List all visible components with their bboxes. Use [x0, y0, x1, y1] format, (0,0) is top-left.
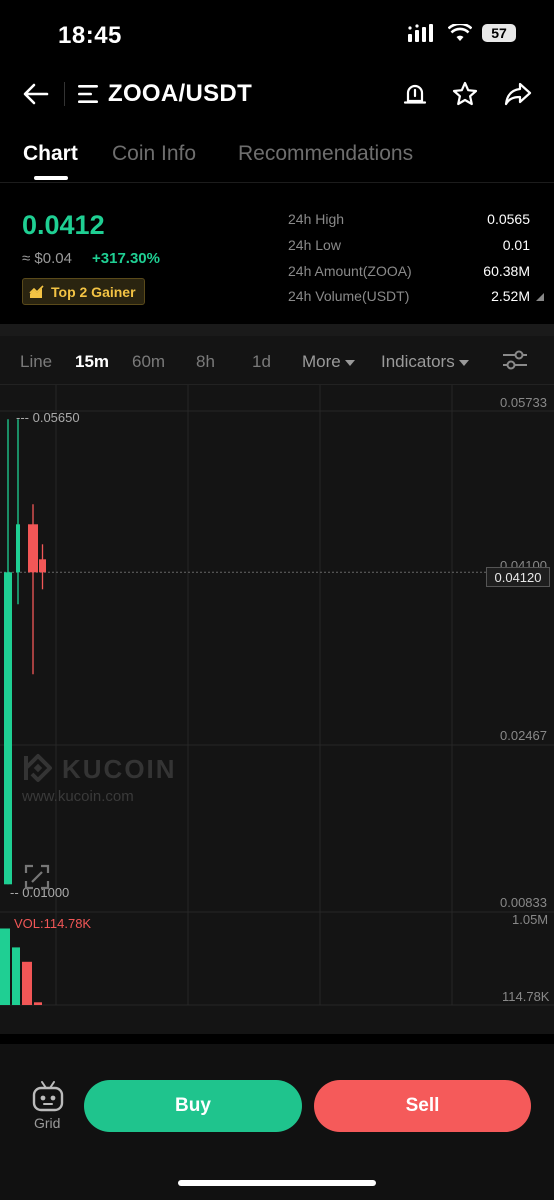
stat-value-amount: 60.38M [483, 263, 530, 279]
corner-expand-icon [536, 293, 544, 301]
price-alert-icon[interactable] [402, 81, 428, 107]
interval-8h[interactable]: 8h [196, 352, 215, 372]
stat-label-volume: 24h Volume(USDT) [288, 288, 410, 304]
interval-60m[interactable]: 60m [132, 352, 165, 372]
indicators-dropdown[interactable]: Indicators [381, 352, 470, 372]
volume-axis-tick: 114.78K [502, 989, 550, 1004]
kucoin-logo-icon [24, 754, 52, 782]
status-time: 18:45 [58, 22, 122, 49]
candlestick-chart[interactable] [0, 385, 554, 1035]
header-divider [64, 82, 65, 106]
more-label: More [302, 352, 341, 371]
price-axis-tick: 0.05733 [500, 395, 547, 410]
pair-title[interactable]: ZOOA/USDT [108, 80, 252, 108]
price-axis-tick: 0.02467 [500, 728, 547, 743]
candle-body [39, 559, 46, 573]
top-gainer-badge[interactable]: Top 2 Gainer [22, 278, 145, 305]
current-price-tag: 0.04120 [486, 567, 550, 587]
buy-button[interactable]: Buy [84, 1080, 302, 1132]
stat-label-amount: 24h Amount(ZOOA) [288, 263, 412, 279]
battery-indicator: 57 [482, 24, 516, 42]
share-icon[interactable] [504, 81, 532, 107]
back-arrow-icon[interactable] [22, 80, 50, 108]
candle-body [4, 572, 12, 885]
price-fiat: ≈ $0.04 [22, 250, 72, 267]
tab-chart[interactable]: Chart [23, 142, 78, 166]
candle-body [28, 524, 38, 573]
grid-label[interactable]: Grid [34, 1115, 60, 1131]
section-separator [0, 324, 554, 336]
status-icons: 57 [408, 24, 516, 42]
price-axis-tick: 0.00833 [500, 895, 547, 910]
caret-down-icon [459, 360, 470, 366]
volume-bar [22, 961, 32, 1005]
signal-icon [408, 24, 433, 42]
volume-bar [34, 1002, 42, 1005]
last-price: 0.0412 [22, 210, 105, 240]
tab-coin-info[interactable]: Coin Info [112, 142, 196, 166]
price-change: +317.30% [92, 250, 160, 267]
watermark-url: www.kucoin.com [22, 788, 134, 805]
chart-gridlines [0, 385, 554, 1006]
fullscreen-icon[interactable] [24, 864, 50, 890]
stat-value-volume: 2.52M [491, 288, 530, 304]
candles [4, 419, 46, 885]
active-tab-indicator [34, 176, 68, 180]
stat-value-low: 0.01 [502, 237, 530, 253]
stat-value-high: 0.0565 [487, 211, 530, 227]
interval-15m[interactable]: 15m [75, 352, 109, 372]
volume-label: VOL:114.78K [14, 916, 92, 931]
caret-down-icon [345, 360, 356, 366]
sell-button[interactable]: Sell [314, 1080, 531, 1132]
stat-label-high: 24h High [288, 211, 345, 227]
volume-axis-tick: 1.05M [512, 912, 549, 927]
interval-1d[interactable]: 1d [252, 352, 271, 372]
high-price-value: 0.05650 [32, 410, 80, 425]
indicators-label: Indicators [381, 352, 455, 371]
volume-bars [0, 928, 42, 1005]
watermark-brand: KUCOIN [62, 754, 177, 784]
wifi-icon [448, 24, 472, 41]
candle-body [16, 524, 20, 573]
tabs-divider [0, 182, 554, 183]
more-intervals-dropdown[interactable]: More [302, 352, 356, 372]
star-icon[interactable] [452, 81, 478, 107]
menu-list-icon[interactable] [78, 84, 100, 104]
home-indicator[interactable] [178, 1180, 376, 1186]
grid-bot-icon[interactable] [30, 1080, 66, 1114]
high-price-marker: --- 0.05650 [16, 410, 80, 425]
stat-label-low: 24h Low [288, 237, 341, 253]
volume-bar [0, 928, 10, 1005]
interval-line[interactable]: Line [20, 352, 52, 372]
trend-up-icon [29, 284, 44, 298]
tab-recommendations[interactable]: Recommendations [238, 142, 413, 166]
volume-bar [12, 947, 20, 1005]
bottom-separator [0, 1034, 554, 1044]
badge-label: Top 2 Gainer [51, 283, 136, 300]
chart-settings-icon[interactable] [502, 348, 528, 372]
